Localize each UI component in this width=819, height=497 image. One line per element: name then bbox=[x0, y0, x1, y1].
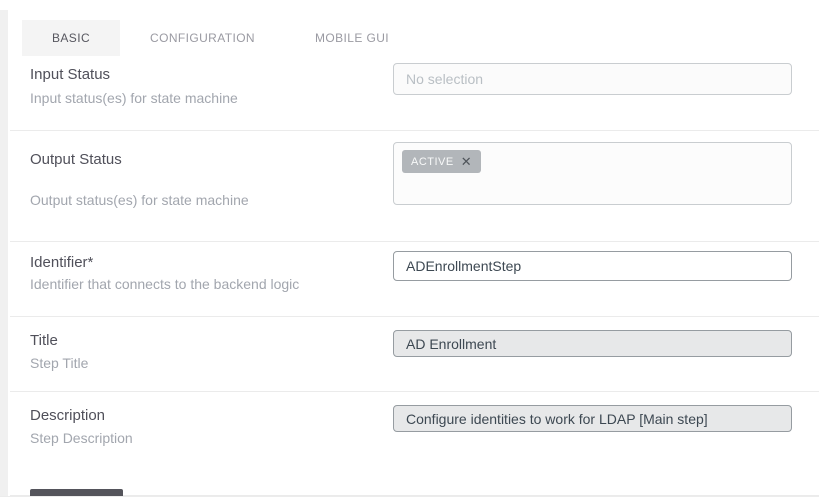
tag-label: ACTIVE bbox=[411, 156, 454, 168]
field-row-title: Title Step Title bbox=[10, 317, 819, 392]
left-gutter bbox=[0, 10, 8, 496]
description-field[interactable] bbox=[393, 405, 792, 432]
description-labels: Description Step Description bbox=[10, 392, 393, 495]
input-status-help: Input status(es) for state machine bbox=[30, 90, 393, 106]
tab-bar: BASIC CONFIGURATION MOBILE GUI bbox=[0, 0, 819, 56]
output-status-inputcol: ACTIVE ✕ bbox=[393, 131, 792, 241]
title-help: Step Title bbox=[30, 355, 393, 371]
field-row-identifier: Identifier* Identifier that connects to … bbox=[10, 242, 819, 317]
field-row-description: Description Step Description bbox=[10, 392, 819, 496]
identifier-labels: Identifier* Identifier that connects to … bbox=[10, 242, 393, 316]
input-status-label: Input Status bbox=[30, 66, 393, 83]
description-label: Description bbox=[30, 407, 393, 424]
partially-visible-button[interactable] bbox=[30, 489, 123, 496]
output-status-help: Output status(es) for state machine bbox=[30, 192, 393, 208]
output-status-tag-active: ACTIVE ✕ bbox=[402, 150, 481, 173]
identifier-help: Identifier that connects to the backend … bbox=[30, 276, 393, 292]
tab-mobile-gui[interactable]: MOBILE GUI bbox=[285, 20, 419, 56]
title-label: Title bbox=[30, 332, 393, 349]
tab-configuration[interactable]: CONFIGURATION bbox=[120, 20, 285, 56]
field-row-input-status: Input Status Input status(es) for state … bbox=[10, 56, 819, 131]
identifier-label: Identifier* bbox=[30, 254, 393, 271]
output-status-multiselect[interactable]: ACTIVE ✕ bbox=[393, 142, 792, 205]
identifier-inputcol bbox=[393, 242, 792, 316]
remove-tag-icon[interactable]: ✕ bbox=[461, 155, 472, 168]
title-labels: Title Step Title bbox=[10, 317, 393, 391]
description-help: Step Description bbox=[30, 430, 393, 446]
input-status-inputcol bbox=[393, 56, 792, 130]
tab-basic[interactable]: BASIC bbox=[22, 20, 120, 56]
input-status-field[interactable] bbox=[393, 63, 792, 95]
step-editor-panel: BASIC CONFIGURATION MOBILE GUI Input Sta… bbox=[0, 0, 819, 497]
output-status-labels: Output Status Output status(es) for stat… bbox=[10, 131, 393, 241]
description-inputcol bbox=[393, 392, 792, 495]
input-status-labels: Input Status Input status(es) for state … bbox=[10, 56, 393, 130]
title-inputcol bbox=[393, 317, 792, 391]
field-row-output-status: Output Status Output status(es) for stat… bbox=[10, 131, 819, 242]
identifier-field[interactable] bbox=[393, 251, 792, 281]
title-field[interactable] bbox=[393, 330, 792, 357]
output-status-label: Output Status bbox=[30, 151, 393, 168]
